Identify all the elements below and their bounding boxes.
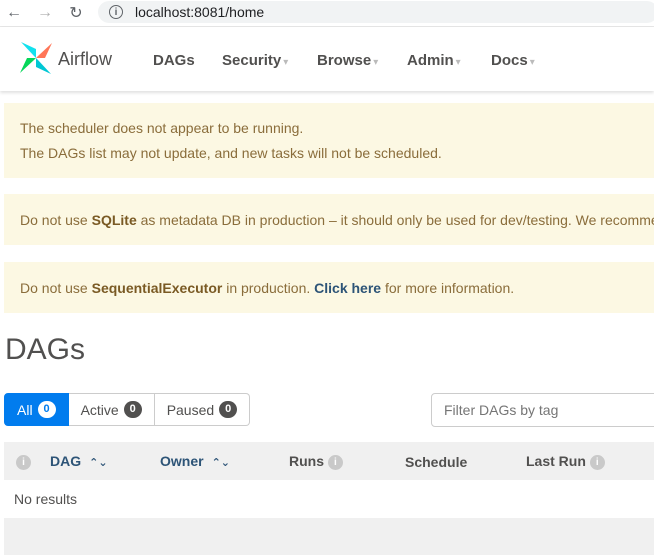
filter-all-button[interactable]: All 0 bbox=[4, 393, 69, 426]
back-arrow-icon[interactable]: ← bbox=[2, 1, 26, 25]
address-url[interactable]: localhost:8081/home bbox=[135, 4, 264, 20]
scheduler-warning-line1: The scheduler does not appear to be runn… bbox=[20, 120, 304, 136]
sort-icon[interactable]: ⌃⌄ bbox=[89, 457, 107, 469]
sort-icon[interactable]: ⌃⌄ bbox=[212, 457, 230, 469]
paused-count-badge: 0 bbox=[219, 401, 238, 418]
browser-toolbar: ← → ↻ i localhost:8081/home bbox=[0, 0, 654, 27]
caret-down-icon: ▾ bbox=[529, 57, 535, 68]
address-bar[interactable]: i localhost:8081/home bbox=[98, 1, 654, 23]
airflow-logo-icon[interactable] bbox=[18, 40, 54, 76]
nav-item-security[interactable]: Security ▾ bbox=[222, 52, 288, 69]
dags-table-header: i DAG ⌃⌄ Owner ⌃⌄ Runs i Schedule Last Run… bbox=[4, 442, 654, 480]
sqlite-warning-alert: Do not use SQLite as metadata DB in prod… bbox=[4, 194, 654, 245]
table-footer bbox=[4, 518, 654, 555]
nav-item-docs[interactable]: Docs ▾ bbox=[491, 52, 535, 69]
column-header-owner[interactable]: Owner ⌃⌄ bbox=[160, 453, 230, 469]
nav-item-browse[interactable]: Browse ▾ bbox=[317, 52, 378, 69]
dags-table-body: No results bbox=[4, 480, 654, 518]
nav-item-admin[interactable]: Admin ▾ bbox=[407, 52, 461, 69]
status-filter-group: All 0 Active 0 Paused 0 bbox=[4, 393, 251, 426]
filter-active-button[interactable]: Active 0 bbox=[68, 393, 155, 426]
runs-info-icon[interactable]: i bbox=[327, 454, 343, 470]
airflow-navbar: Airflow DAGs Security ▾ Browse ▾ Admin ▾ Do… bbox=[0, 27, 654, 91]
scheduler-warning-alert: The scheduler does not appear to be runn… bbox=[4, 103, 654, 178]
active-count-badge: 0 bbox=[123, 401, 142, 418]
column-header-dag[interactable]: DAG ⌃⌄ bbox=[50, 453, 108, 469]
last-run-info-icon[interactable]: i bbox=[589, 454, 605, 470]
info-icon[interactable]: i bbox=[16, 453, 31, 470]
filter-paused-button[interactable]: Paused 0 bbox=[154, 393, 251, 426]
column-header-schedule: Schedule bbox=[405, 454, 468, 470]
caret-down-icon: ▾ bbox=[283, 57, 289, 68]
tag-filter-input[interactable] bbox=[431, 393, 654, 427]
column-header-last-run: Last Run i bbox=[526, 453, 605, 470]
sqlite-warning-text: Do not use SQLite as metadata DB in prod… bbox=[20, 212, 654, 228]
page-title: DAGs bbox=[5, 333, 86, 366]
click-here-link[interactable]: Click here bbox=[314, 280, 381, 296]
executor-warning-alert: Do not use SequentialExecutor in product… bbox=[4, 262, 654, 313]
caret-down-icon: ▾ bbox=[455, 57, 461, 68]
column-header-runs: Runs i bbox=[289, 453, 343, 470]
no-results-text: No results bbox=[14, 491, 78, 507]
caret-down-icon: ▾ bbox=[373, 57, 379, 68]
site-info-icon[interactable]: i bbox=[109, 5, 123, 19]
scheduler-warning-line2: The DAGs list may not update, and new ta… bbox=[20, 145, 442, 161]
reload-icon[interactable]: ↻ bbox=[64, 1, 88, 25]
brand-name[interactable]: Airflow bbox=[58, 49, 112, 70]
forward-arrow-icon[interactable]: → bbox=[33, 1, 57, 25]
nav-item-dags[interactable]: DAGs bbox=[153, 52, 195, 69]
executor-warning-text: Do not use SequentialExecutor in product… bbox=[20, 280, 515, 296]
all-count-badge: 0 bbox=[37, 401, 56, 418]
